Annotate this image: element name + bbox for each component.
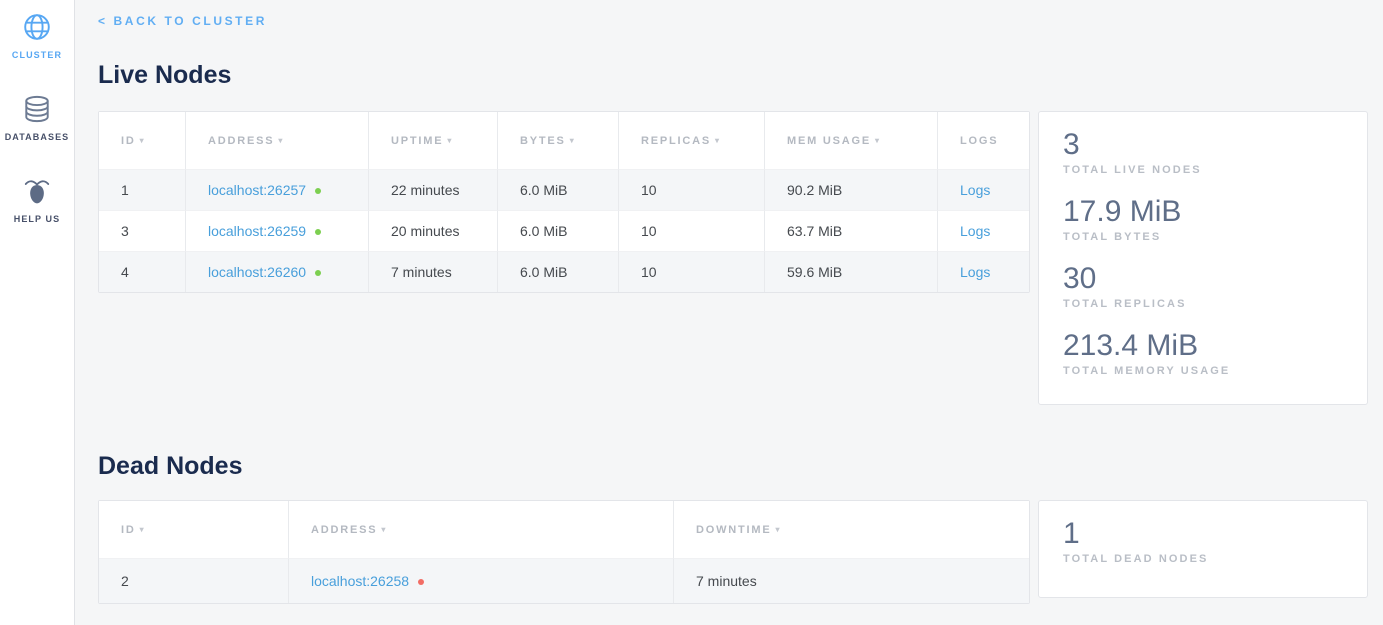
stat-label: TOTAL MEMORY USAGE: [1063, 364, 1343, 379]
sort-arrow-icon: ▾: [875, 136, 881, 145]
node-address-link[interactable]: localhost:26260: [208, 264, 306, 280]
live-status-icon: [315, 270, 321, 276]
summary-stat: 1 TOTAL DEAD NODES: [1063, 515, 1343, 567]
column-header-id[interactable]: ID▾: [99, 112, 186, 169]
column-header-id[interactable]: ID▾: [99, 501, 289, 558]
node-id-cell: 4: [99, 251, 186, 292]
database-icon: [22, 94, 52, 124]
live-nodes-title: Live Nodes: [98, 61, 1368, 90]
sidebar-item-label: DATABASES: [5, 132, 70, 142]
sidebar-item-label: CLUSTER: [12, 50, 62, 60]
sidebar-item-cluster[interactable]: CLUSTER: [12, 12, 62, 60]
column-header-logs: LOGS: [938, 112, 1029, 169]
node-id-cell: 3: [99, 210, 186, 251]
back-to-cluster-link[interactable]: < BACK TO CLUSTER: [98, 14, 267, 28]
node-address-cell: localhost:26258: [289, 558, 674, 603]
table-row: 4 localhost:26260 7 minutes 6.0 MiB 10 5…: [99, 251, 1029, 292]
column-header-mem-usage[interactable]: MEM USAGE▾: [765, 112, 938, 169]
logs-link[interactable]: Logs: [960, 182, 990, 198]
sort-arrow-icon: ▾: [140, 136, 146, 145]
node-address-cell: localhost:26260: [186, 251, 369, 292]
logs-link[interactable]: Logs: [960, 264, 990, 280]
column-header-bytes[interactable]: BYTES▾: [498, 112, 619, 169]
node-bytes-cell: 6.0 MiB: [498, 210, 619, 251]
summary-stat: 3 TOTAL LIVE NODES: [1063, 126, 1343, 178]
node-uptime-cell: 22 minutes: [369, 169, 498, 210]
stat-value: 213.4 MiB: [1063, 327, 1343, 364]
globe-icon: [22, 12, 52, 42]
table-header-row: ID▾ ADDRESS▾ UPTIME▾ BYTES▾ REPLICAS▾ ME…: [99, 112, 1029, 169]
node-replicas-cell: 10: [619, 169, 765, 210]
sort-arrow-icon: ▾: [447, 136, 453, 145]
node-uptime-cell: 7 minutes: [369, 251, 498, 292]
node-bytes-cell: 6.0 MiB: [498, 169, 619, 210]
node-address-cell: localhost:26257: [186, 169, 369, 210]
sort-arrow-icon: ▾: [776, 525, 782, 534]
stat-value: 17.9 MiB: [1063, 193, 1343, 230]
node-id-cell: 1: [99, 169, 186, 210]
node-logs-cell: Logs: [938, 210, 1029, 251]
stat-value: 1: [1063, 515, 1343, 552]
summary-stat: 30 TOTAL REPLICAS: [1063, 260, 1343, 312]
table-row: 2 localhost:26258 7 minutes: [99, 558, 1029, 603]
stat-value: 30: [1063, 260, 1343, 297]
dead-nodes-title: Dead Nodes: [98, 452, 1368, 481]
sort-arrow-icon: ▾: [140, 525, 146, 534]
node-mem-usage-cell: 90.2 MiB: [765, 169, 938, 210]
column-header-downtime[interactable]: DOWNTIME▾: [674, 501, 1029, 558]
live-nodes-section: ID▾ ADDRESS▾ UPTIME▾ BYTES▾ REPLICAS▾ ME…: [98, 111, 1368, 405]
column-header-uptime[interactable]: UPTIME▾: [369, 112, 498, 169]
stat-label: TOTAL BYTES: [1063, 230, 1343, 245]
sort-arrow-icon: ▾: [381, 525, 387, 534]
node-id-cell: 2: [99, 558, 289, 603]
sidebar: CLUSTER DATABASES HELP US: [0, 0, 75, 625]
node-mem-usage-cell: 59.6 MiB: [765, 251, 938, 292]
live-status-icon: [315, 229, 321, 235]
stat-value: 3: [1063, 126, 1343, 163]
main-content: < BACK TO CLUSTER Live Nodes ID▾ ADDRESS…: [75, 0, 1383, 625]
node-replicas-cell: 10: [619, 251, 765, 292]
summary-stat: 17.9 MiB TOTAL BYTES: [1063, 193, 1343, 245]
node-uptime-cell: 20 minutes: [369, 210, 498, 251]
live-nodes-summary-card: 3 TOTAL LIVE NODES 17.9 MiB TOTAL BYTES …: [1038, 111, 1368, 405]
summary-stat: 213.4 MiB TOTAL MEMORY USAGE: [1063, 327, 1343, 379]
table-row: 3 localhost:26259 20 minutes 6.0 MiB 10 …: [99, 210, 1029, 251]
table-header-row: ID▾ ADDRESS▾ DOWNTIME▾: [99, 501, 1029, 558]
node-replicas-cell: 10: [619, 210, 765, 251]
dead-status-icon: [418, 579, 424, 585]
node-address-link[interactable]: localhost:26259: [208, 223, 306, 239]
node-logs-cell: Logs: [938, 169, 1029, 210]
node-downtime-cell: 7 minutes: [674, 558, 1029, 603]
column-header-address[interactable]: ADDRESS▾: [186, 112, 369, 169]
dead-nodes-summary-card: 1 TOTAL DEAD NODES: [1038, 500, 1368, 598]
sidebar-item-label: HELP US: [14, 214, 61, 224]
node-address-cell: localhost:26259: [186, 210, 369, 251]
sort-arrow-icon: ▾: [278, 136, 284, 145]
live-status-icon: [315, 188, 321, 194]
dead-nodes-section: ID▾ ADDRESS▾ DOWNTIME▾ 2 localhost:26258…: [98, 500, 1368, 604]
node-logs-cell: Logs: [938, 251, 1029, 292]
stat-label: TOTAL REPLICAS: [1063, 297, 1343, 312]
node-mem-usage-cell: 63.7 MiB: [765, 210, 938, 251]
node-address-link[interactable]: localhost:26257: [208, 182, 306, 198]
sidebar-item-databases[interactable]: DATABASES: [5, 94, 70, 142]
table-row: 1 localhost:26257 22 minutes 6.0 MiB 10 …: [99, 169, 1029, 210]
sidebar-item-help-us[interactable]: HELP US: [14, 176, 61, 224]
column-header-address[interactable]: ADDRESS▾: [289, 501, 674, 558]
sort-arrow-icon: ▾: [570, 136, 576, 145]
sort-arrow-icon: ▾: [715, 136, 721, 145]
node-address-link[interactable]: localhost:26258: [311, 573, 409, 589]
dead-nodes-table: ID▾ ADDRESS▾ DOWNTIME▾ 2 localhost:26258…: [98, 500, 1030, 604]
node-bytes-cell: 6.0 MiB: [498, 251, 619, 292]
stat-label: TOTAL LIVE NODES: [1063, 163, 1343, 178]
column-header-replicas[interactable]: REPLICAS▾: [619, 112, 765, 169]
bug-icon: [22, 176, 52, 206]
live-nodes-table: ID▾ ADDRESS▾ UPTIME▾ BYTES▾ REPLICAS▾ ME…: [98, 111, 1030, 293]
logs-link[interactable]: Logs: [960, 223, 990, 239]
stat-label: TOTAL DEAD NODES: [1063, 552, 1343, 567]
